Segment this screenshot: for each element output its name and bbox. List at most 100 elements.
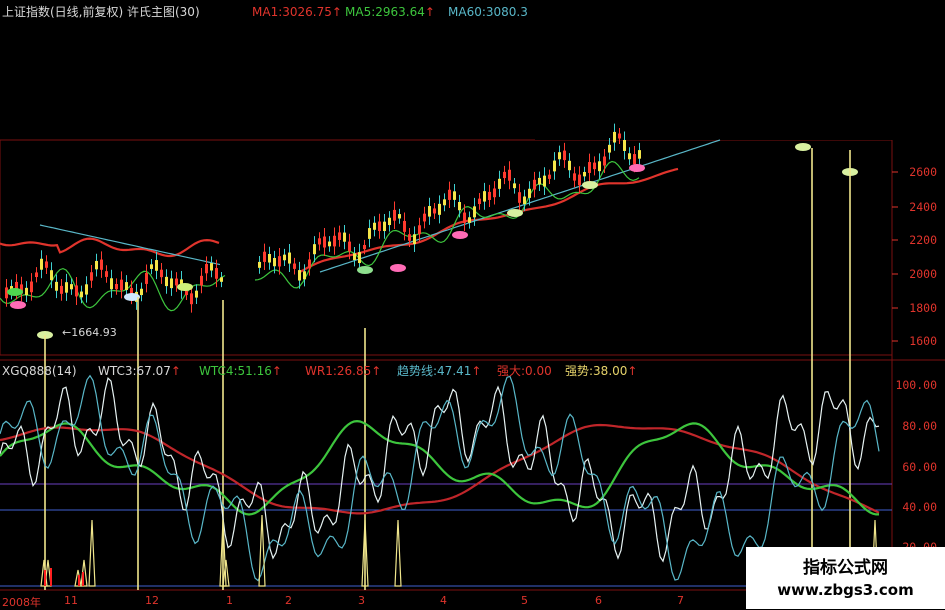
candle-seg2-body [413,234,416,245]
candle-seg2-body [468,217,471,223]
candle-seg2-body [298,270,301,281]
watermark-url: www.zbgs3.com [777,581,914,599]
oscillator-white-line [0,377,880,563]
signal-marker [10,301,26,309]
pulse-spike [258,514,266,587]
price-tick-2000: 2000 [909,267,937,281]
candle-seg2-body [258,261,261,268]
date-label-3: 3 [358,594,365,607]
candle-seg1-body [100,259,103,270]
candle-seg1-body [80,291,83,298]
candle-seg1-body [185,291,188,296]
wtc4-value: WTC4:51.16↑ [199,364,282,378]
candle-seg1-body [170,278,173,289]
candle-seg1-body [205,264,208,274]
candle-seg2-body [438,203,441,215]
candle-seg2-body [618,133,621,139]
low-price-marker: ←1664.93 [62,326,117,339]
candle-seg2-body [388,217,391,226]
candle-seg1-body [110,278,113,290]
candle-seg2-body [518,192,521,203]
stock-chart-window: 上证指数(日线,前复权) 许氏主图(30) MA1:3026.75↑ MA5:2… [0,0,945,609]
candle-seg2-body [403,220,406,232]
watermark-box: 指标公式网 www.zbgs3.com [746,547,945,609]
candle-seg2-body [473,206,476,218]
trend-line-value: 趋势线:47.41↑ [397,364,482,378]
red-bar-signal [82,572,84,586]
candle-seg2-body [263,251,266,262]
candle-seg2-body [288,252,291,264]
candle-seg1-body [65,282,68,293]
ma60-red-line-seg1 [0,237,220,258]
candle-seg1-body [85,284,88,295]
candle-seg2-body [283,254,286,261]
candle-seg2-body [378,221,381,232]
signal-marker [390,264,406,272]
candle-seg1-body [220,277,223,282]
candle-seg2-body [493,188,496,198]
candle-seg2-body [363,244,366,250]
osc-tick-40: 40.00 [902,500,937,514]
candle-seg2-body [323,236,326,248]
signal-marker [582,181,598,189]
strong-big-value: 强大:0.00 [497,364,552,378]
date-label-5: 5 [521,594,528,607]
red-bar-signal [44,570,46,586]
candle-seg2-body [373,222,376,230]
candle-seg1-body [30,281,33,293]
candle-seg1-body [40,258,43,270]
candle-seg1-body [95,260,98,270]
candle-seg2-body [293,263,296,269]
candle-seg2-body [318,238,321,245]
candle-seg2-body [528,188,531,198]
candle-seg2-body [368,228,371,239]
candle-seg2-body [638,150,641,159]
chart-canvas[interactable] [0,0,945,609]
price-tick-2600: 2600 [909,165,937,179]
candle-seg2-body [488,191,491,200]
candle-seg2-body [458,202,461,211]
candle-seg1-body [125,282,128,291]
candle-seg1-body [155,260,158,271]
watermark-title: 指标公式网 [803,558,888,578]
candle-seg2-body [313,244,316,255]
price-tick-2400: 2400 [909,200,937,214]
date-label-6: 6 [595,594,602,607]
candle-seg1-body [90,272,93,281]
candle-seg2-body [508,169,511,181]
candle-seg2-body [613,131,616,143]
candle-seg1-body [55,281,58,291]
candle-seg1-body [210,263,213,271]
candle-seg2-body [608,144,611,153]
candle-seg2-body [393,209,396,221]
date-label-1: 1 [226,594,233,607]
candle-seg1-body [75,285,78,297]
candle-seg2-body [513,183,516,189]
candle-seg2-body [478,198,481,205]
candle-seg2-body [603,156,606,166]
candle-seg2-body [583,171,586,177]
candle-seg2-body [543,175,546,187]
candle-seg2-body [268,254,271,263]
candle-seg2-body [628,153,631,160]
pulse-spike [394,519,402,587]
candle-seg2-body [333,235,336,247]
ma5-value: MA5:2963.64↑ [345,5,435,19]
candle-seg2-body [588,162,591,173]
candle-seg2-body [633,154,636,165]
candle-seg2-body [598,161,601,172]
signal-marker [452,231,468,239]
candle-seg1-body [145,272,148,284]
date-label-11: 11 [64,594,78,607]
candle-seg2-body [538,177,541,185]
candle-seg2-body [423,213,426,222]
date-label-4: 4 [440,594,447,607]
osc-tick-100: 100.00 [895,378,937,392]
signal-marker [357,266,373,274]
indicator-name: XGQ888(14) [2,364,77,378]
ma5-green-line-seg2 [254,160,640,289]
main-chart-title: 上证指数(日线,前复权) 许氏主图(30) [2,5,200,19]
header-blank [535,0,945,140]
candle-seg2-body [578,174,581,186]
candle-seg1-body [120,279,123,291]
